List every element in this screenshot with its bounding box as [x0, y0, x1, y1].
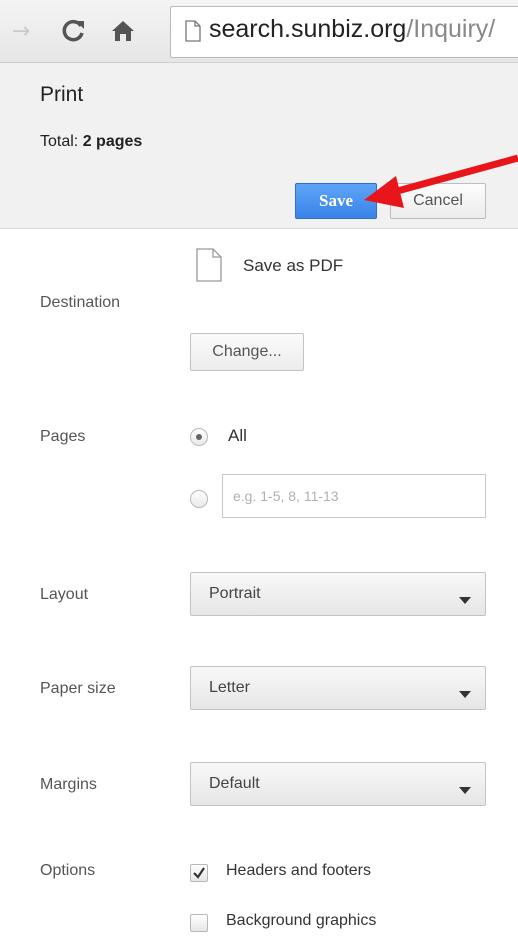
background-graphics-label: Background graphics [226, 912, 377, 929]
url-path: /Inquiry/ [406, 15, 496, 43]
address-bar[interactable]: search.sunbiz.org/Inquiry/ [170, 6, 518, 58]
pages-all-radio[interactable] [190, 428, 208, 446]
total-pages: Total: 2 pages [40, 133, 142, 151]
margins-label: Margins [40, 776, 97, 793]
save-button[interactable]: Save [295, 183, 377, 219]
pages-label: Pages [40, 428, 86, 445]
destination-name: Save as PDF [243, 256, 344, 275]
pdf-file-icon [196, 248, 222, 286]
destination-label: Destination [40, 294, 121, 311]
layout-label: Layout [40, 586, 89, 603]
pages-custom-radio[interactable] [190, 490, 208, 508]
margins-value: Default [209, 775, 260, 792]
print-header: Print Total: 2 pages Save Cancel [0, 63, 518, 229]
checkmark-icon [193, 867, 205, 879]
home-icon[interactable] [108, 14, 138, 48]
pages-all-label: All [228, 426, 247, 445]
headers-footers-label: Headers and footers [226, 862, 371, 879]
print-title: Print [40, 83, 84, 106]
browser-toolbar: → search.sunbiz.org/Inquiry/ [0, 0, 518, 63]
margins-select[interactable]: Default [190, 762, 486, 806]
change-destination-button[interactable]: Change... [190, 333, 304, 371]
dropdown-caret-icon [459, 590, 471, 609]
total-label: Total: [40, 133, 79, 150]
dropdown-caret-icon [459, 684, 471, 703]
headers-footers-checkbox[interactable] [190, 864, 208, 882]
layout-value: Portrait [209, 585, 261, 602]
paper-size-label: Paper size [40, 680, 116, 697]
dropdown-caret-icon [459, 780, 471, 799]
total-value: 2 pages [82, 133, 143, 150]
layout-select[interactable]: Portrait [190, 572, 486, 616]
page-range-input[interactable] [222, 474, 486, 518]
background-graphics-checkbox[interactable] [190, 914, 208, 932]
page-icon [185, 20, 201, 46]
back-arrow-icon[interactable]: → [6, 14, 36, 48]
url-domain: search.sunbiz.org [209, 15, 407, 43]
paper-size-value: Letter [209, 679, 250, 696]
reload-icon[interactable] [58, 14, 88, 48]
cancel-button[interactable]: Cancel [390, 183, 486, 219]
paper-size-select[interactable]: Letter [190, 666, 486, 710]
url-text: search.sunbiz.org/Inquiry/ [209, 15, 495, 44]
options-label: Options [40, 862, 96, 879]
